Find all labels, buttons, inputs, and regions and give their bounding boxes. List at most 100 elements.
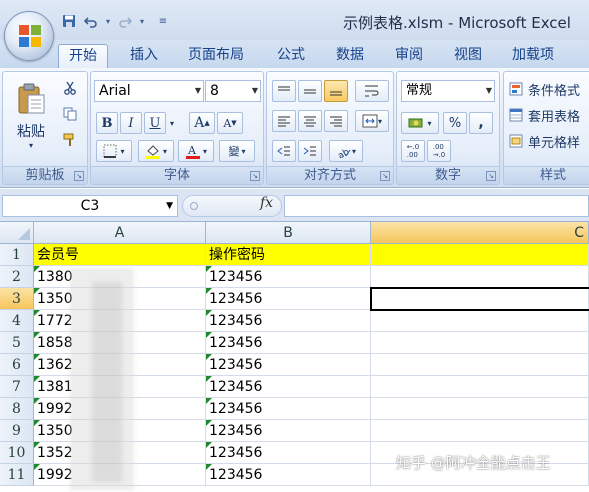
copy-button[interactable]	[59, 104, 81, 124]
cell-password[interactable]: 123456	[206, 332, 371, 354]
align-top-button[interactable]	[272, 80, 296, 102]
underline-dropdown-icon[interactable]: ▾	[166, 112, 178, 134]
row-header[interactable]: 11	[0, 464, 34, 486]
undo-icon[interactable]	[82, 12, 100, 30]
cell-column-c[interactable]	[371, 310, 589, 332]
row-header[interactable]: 9	[0, 420, 34, 442]
name-box[interactable]: C3 ▼	[2, 195, 178, 217]
formula-input[interactable]	[284, 195, 589, 217]
wrap-text-button[interactable]	[355, 80, 389, 102]
row-header[interactable]: 8	[0, 398, 34, 420]
row-header[interactable]: 6	[0, 354, 34, 376]
row-header[interactable]: 1	[0, 244, 34, 266]
cell-styles-button[interactable]: 单元格样	[508, 130, 589, 152]
paste-button[interactable]: 粘贴 ▾	[9, 76, 53, 156]
align-center-button[interactable]	[298, 110, 322, 132]
customize-qat-icon[interactable]: ≡	[158, 12, 168, 30]
expand-handle-icon[interactable]	[190, 202, 198, 210]
font-size-select[interactable]: 8 ▼	[205, 80, 261, 102]
row-header[interactable]: 3	[0, 288, 34, 310]
bold-button[interactable]: B	[96, 112, 118, 134]
phonetic-button[interactable]: 變 ▾	[219, 140, 255, 162]
cell-password[interactable]: 123456	[206, 398, 371, 420]
merge-center-button[interactable]: ▾	[355, 110, 389, 132]
italic-button[interactable]: I	[120, 112, 142, 134]
cell-column-c[interactable]	[371, 244, 589, 266]
cell-column-c[interactable]	[371, 420, 589, 442]
shrink-font-button[interactable]: A ▼	[217, 112, 243, 134]
align-right-button[interactable]	[324, 110, 348, 132]
underline-button[interactable]: U	[144, 112, 166, 134]
number-launcher-icon[interactable]: ↘	[486, 171, 496, 181]
row-header[interactable]: 7	[0, 376, 34, 398]
decrease-indent-button[interactable]	[272, 140, 296, 162]
cell-column-c[interactable]	[371, 398, 589, 420]
error-indicator-icon	[206, 266, 212, 272]
format-painter-button[interactable]	[59, 130, 81, 150]
cell-password[interactable]: 123456	[206, 464, 371, 486]
select-all-button[interactable]	[0, 222, 34, 244]
cell-column-c[interactable]	[371, 354, 589, 376]
row-header[interactable]: 10	[0, 442, 34, 464]
decrease-indent-icon	[277, 146, 290, 156]
save-icon[interactable]	[60, 12, 78, 30]
tab-review[interactable]: 审阅	[395, 44, 423, 68]
error-indicator-icon	[206, 332, 212, 338]
tab-insert[interactable]: 插入	[130, 44, 158, 68]
header-cell-member-id[interactable]: 会员号	[34, 244, 206, 266]
cell-password[interactable]: 123456	[206, 354, 371, 376]
wrap-text-icon	[365, 85, 379, 97]
font-color-button[interactable]: A ▾	[178, 140, 214, 162]
cell-password[interactable]: 123456	[206, 288, 371, 310]
office-button[interactable]	[4, 11, 54, 61]
font-group: Arial ▼ 8 ▼ B I U ▾ A ▲ A ▼ ▾ ▾ A ▾ 變 ▾ 字体 ↘	[90, 71, 264, 185]
comma-style-button[interactable]: ,	[469, 112, 493, 134]
cell-password[interactable]: 123456	[206, 420, 371, 442]
undo-dropdown-icon[interactable]: ▾	[104, 12, 112, 30]
column-header-b[interactable]: B	[206, 222, 371, 244]
tab-data[interactable]: 数据	[336, 44, 364, 68]
tab-home[interactable]: 开始	[58, 44, 108, 68]
tab-page-layout[interactable]: 页面布局	[188, 44, 244, 68]
align-bottom-button[interactable]	[324, 80, 348, 102]
decrease-decimal-button[interactable]: .00 →.0	[427, 140, 451, 162]
borders-button[interactable]: ▾	[96, 140, 132, 162]
increase-decimal-button[interactable]: ←.0.00	[401, 140, 425, 162]
column-header-a[interactable]: A	[34, 222, 206, 244]
clipboard-launcher-icon[interactable]: ↘	[74, 171, 84, 181]
percent-button[interactable]: %	[443, 112, 467, 134]
tab-formulas[interactable]: 公式	[277, 44, 305, 68]
insert-function-icon[interactable]: fx	[260, 195, 273, 211]
format-as-table-button[interactable]: 套用表格	[508, 104, 589, 126]
tab-addins[interactable]: 加载项	[512, 44, 554, 68]
align-left-button[interactable]	[272, 110, 296, 132]
column-header-c[interactable]: C	[371, 222, 589, 244]
font-launcher-icon[interactable]: ↘	[250, 171, 260, 181]
tab-view[interactable]: 视图	[454, 44, 482, 68]
redo-dropdown-icon[interactable]: ▾	[138, 12, 146, 30]
cell-password[interactable]: 123456	[206, 376, 371, 398]
grow-font-button[interactable]: A ▲	[189, 112, 215, 134]
cell-column-c[interactable]	[371, 332, 589, 354]
cut-button[interactable]	[59, 78, 81, 98]
conditional-formatting-button[interactable]: 条件格式	[508, 78, 589, 100]
cell-column-c[interactable]	[371, 266, 589, 288]
redo-icon[interactable]	[116, 12, 134, 30]
row-header[interactable]: 4	[0, 310, 34, 332]
font-name-select[interactable]: Arial ▼	[94, 80, 204, 102]
number-format-select[interactable]: 常规 ▼	[401, 80, 495, 102]
cell-password[interactable]: 123456	[206, 310, 371, 332]
accounting-format-button[interactable]: ▾	[401, 112, 439, 134]
error-indicator-icon	[206, 288, 212, 294]
align-middle-button[interactable]	[298, 80, 322, 102]
row-header[interactable]: 5	[0, 332, 34, 354]
increase-indent-button[interactable]	[298, 140, 322, 162]
header-cell-password[interactable]: 操作密码	[206, 244, 371, 266]
row-header[interactable]: 2	[0, 266, 34, 288]
cell-password[interactable]: 123456	[206, 442, 371, 464]
fill-color-button[interactable]: ▾	[138, 140, 174, 162]
cell-password[interactable]: 123456	[206, 266, 371, 288]
orientation-button[interactable]: ab ▾	[329, 140, 363, 162]
cell-column-c[interactable]	[371, 376, 589, 398]
alignment-launcher-icon[interactable]: ↘	[380, 171, 390, 181]
